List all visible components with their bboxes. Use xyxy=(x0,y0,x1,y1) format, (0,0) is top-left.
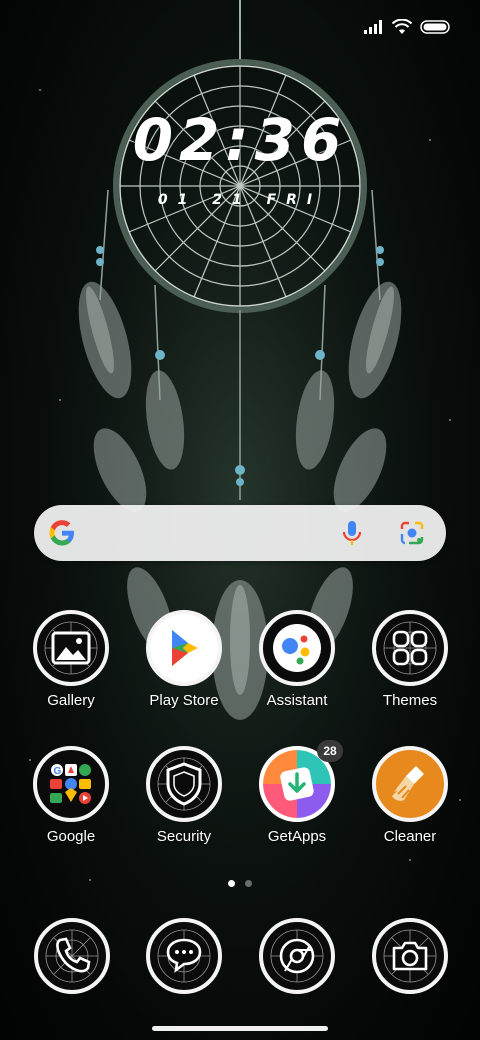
app-label: Themes xyxy=(382,692,438,709)
app-assistant[interactable]: Assistant xyxy=(242,610,352,709)
battery-icon xyxy=(420,20,450,34)
app-label: GetApps xyxy=(267,828,327,845)
google-folder-icon[interactable]: G xyxy=(33,746,109,822)
google-lens-icon[interactable] xyxy=(398,519,426,547)
app-label: Gallery xyxy=(47,692,95,709)
assistant-icon[interactable] xyxy=(259,610,335,686)
app-label: Assistant xyxy=(266,692,328,709)
svg-text:G: G xyxy=(54,766,62,777)
app-gallery[interactable]: Gallery xyxy=(16,610,126,709)
phone-icon[interactable] xyxy=(34,918,110,994)
app-cleaner[interactable]: Cleaner xyxy=(355,746,465,845)
notification-badge: 28 xyxy=(317,740,343,762)
clock-date: 01 21 FRI xyxy=(157,192,323,208)
app-google-folder[interactable]: G Google xyxy=(16,746,126,845)
play-store-icon[interactable] xyxy=(146,610,222,686)
app-themes[interactable]: Themes xyxy=(355,610,465,709)
microphone-icon[interactable] xyxy=(340,519,364,547)
page-dot xyxy=(245,880,252,887)
google-search-bar[interactable] xyxy=(34,505,446,561)
app-play-store[interactable]: Play Store xyxy=(129,610,239,709)
home-gesture-bar[interactable] xyxy=(152,1026,328,1031)
messages-icon[interactable] xyxy=(146,918,222,994)
security-shield-icon[interactable] xyxy=(146,746,222,822)
app-label: Cleaner xyxy=(383,828,437,845)
app-getapps[interactable]: 28 GetApps xyxy=(242,740,352,845)
status-bar xyxy=(364,14,450,40)
app-label: Security xyxy=(156,828,212,845)
wifi-icon xyxy=(392,19,412,34)
themes-icon[interactable] xyxy=(372,610,448,686)
app-label: Play Store xyxy=(149,692,219,709)
app-label: Google xyxy=(46,828,96,845)
chrome-icon[interactable] xyxy=(259,918,335,994)
page-dot-active xyxy=(228,880,235,887)
broom-icon[interactable] xyxy=(372,746,448,822)
signal-bars-icon xyxy=(364,20,382,34)
gallery-icon[interactable] xyxy=(33,610,109,686)
app-security[interactable]: Security xyxy=(129,746,239,845)
clock-time[interactable]: 02:36 xyxy=(0,106,480,174)
camera-icon[interactable] xyxy=(372,918,448,994)
google-g-icon xyxy=(49,520,74,546)
page-indicator xyxy=(0,880,480,887)
